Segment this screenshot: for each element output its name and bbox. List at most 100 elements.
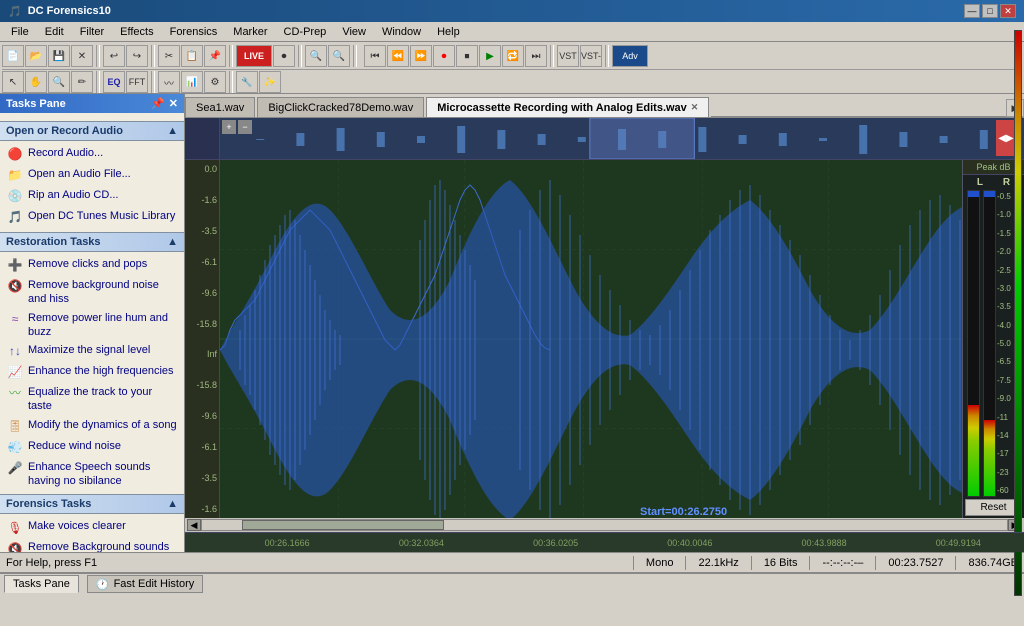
zoom-in-btn[interactable]: + (222, 120, 236, 134)
menu-filter[interactable]: Filter (73, 23, 111, 41)
remove-hum-item[interactable]: ≈ Remove power line hum and buzz (4, 309, 180, 342)
db-0: 0.0 (187, 164, 217, 174)
h-scrollbar[interactable]: ◀ ▶ (185, 518, 1024, 532)
fast-edit-tab[interactable]: 🕐 Fast Edit History (87, 575, 203, 593)
remove-clicks-item[interactable]: ➕ Remove clicks and pops (4, 255, 180, 276)
tb2-enhance[interactable]: ✨ (259, 71, 281, 93)
tb-play[interactable]: ▶ (479, 45, 501, 67)
rip-cd-item[interactable]: 💿 Rip an Audio CD... (4, 186, 180, 207)
tb-paste[interactable]: 📌 (204, 45, 226, 67)
tab-sea1[interactable]: Sea1.wav (185, 97, 255, 117)
tb2-settings[interactable]: ⚙ (204, 71, 226, 93)
remove-noise-item[interactable]: 🔇 Remove background noise and hiss (4, 276, 180, 309)
tb-rewind[interactable]: ⏮ (364, 45, 386, 67)
tb-ff[interactable]: ⏩ (410, 45, 432, 67)
tb-vst2[interactable]: VST- (580, 45, 602, 67)
enhance-high-item[interactable]: 📈 Enhance the high frequencies (4, 362, 180, 383)
reduce-wind-item[interactable]: 💨 Reduce wind noise (4, 437, 180, 458)
tb-prev[interactable]: ⏪ (387, 45, 409, 67)
tb-cut[interactable]: ✂ (158, 45, 180, 67)
db-inf: Inf (187, 349, 217, 359)
tasks-pane-tab[interactable]: Tasks Pane (4, 575, 79, 593)
tab-microcassette[interactable]: Microcassette Recording with Analog Edit… (426, 97, 709, 117)
equalize-text: Equalize the track to your taste (28, 385, 177, 414)
toolbar-row-1: 📄 📂 💾 ✕ ↩ ↪ ✂ 📋 📌 LIVE ⏺ 🔍 🔍 ⏮ ⏪ ⏩ ⏺ ⏹ ▶… (2, 44, 1022, 68)
rip-cd-text: Rip an Audio CD... (28, 188, 119, 202)
menu-help[interactable]: Help (430, 23, 467, 41)
meter-r (983, 190, 996, 497)
modify-dynamics-item[interactable]: 🎚 Modify the dynamics of a song (4, 416, 180, 437)
tb-new[interactable]: 📄 (2, 45, 24, 67)
scroll-left-btn[interactable]: ◀ (187, 519, 201, 531)
forensics-collapse[interactable]: ▲ (167, 498, 178, 510)
tb-loop[interactable]: 🔁 (502, 45, 524, 67)
status-sep-6 (955, 556, 956, 570)
tb2-hand[interactable]: ✋ (25, 71, 47, 93)
tb-vst1[interactable]: VST (557, 45, 579, 67)
maximize-signal-item[interactable]: ↑↓ Maximize the signal level (4, 341, 180, 362)
zoom-out-btn[interactable]: − (238, 120, 252, 134)
tb-copy[interactable]: 📋 (181, 45, 203, 67)
tb-record2[interactable]: ⏺ (433, 45, 455, 67)
tb-redo[interactable]: ↪ (126, 45, 148, 67)
menu-effects[interactable]: Effects (113, 23, 160, 41)
meter-r-fill (984, 420, 995, 496)
tb-zoom-in[interactable]: 🔍 (305, 45, 327, 67)
nav-arrows[interactable]: ◀▶ (996, 120, 1016, 156)
tab-bigclick[interactable]: BigClickCracked78Demo.wav (257, 97, 424, 117)
tb-stop[interactable]: ⏹ (456, 45, 478, 67)
minimize-button[interactable]: — (964, 4, 980, 18)
record-audio-text: Record Audio... (28, 146, 103, 160)
waveform-main[interactable]: 0.0 -1.6 -3.5 -6.1 -9.6 -15.8 Inf -15.8 … (185, 160, 962, 518)
maximize-button[interactable]: □ (982, 4, 998, 18)
close-button[interactable]: ✕ (1000, 4, 1016, 18)
tasks-pane-close[interactable]: ✕ (169, 97, 178, 110)
tb-save[interactable]: 💾 (48, 45, 70, 67)
tunes-library-item[interactable]: 🎵 Open DC Tunes Music Library (4, 207, 180, 228)
tasks-pane-pin[interactable]: 📌 (151, 97, 165, 110)
menu-marker[interactable]: Marker (226, 23, 274, 41)
tb2-pencil[interactable]: ✏ (71, 71, 93, 93)
tb2-eq[interactable]: EQ (103, 71, 125, 93)
tb-adv[interactable]: Adv (612, 45, 648, 67)
tb2-restore[interactable]: 🔧 (236, 71, 258, 93)
tb2-zoom[interactable]: 🔍 (48, 71, 70, 93)
remove-bg-item[interactable]: 🔇 Remove Background sounds (4, 538, 180, 552)
tb2-wave[interactable]: 〰 (158, 71, 180, 93)
tb-open[interactable]: 📂 (25, 45, 47, 67)
tb-zoom-out[interactable]: 🔍 (328, 45, 350, 67)
tab-micro-close[interactable]: ✕ (691, 102, 699, 113)
menu-view[interactable]: View (335, 23, 373, 41)
menu-forensics[interactable]: Forensics (163, 23, 225, 41)
time-4: 00:40.0046 (667, 538, 712, 548)
menu-file[interactable]: File (4, 23, 36, 41)
maximize-text: Maximize the signal level (28, 343, 150, 357)
tb-end[interactable]: ⏭ (525, 45, 547, 67)
section-collapse[interactable]: ▲ (167, 125, 178, 137)
tb-live[interactable]: LIVE (236, 45, 272, 67)
menu-window[interactable]: Window (375, 23, 428, 41)
open-file-item[interactable]: 📁 Open an Audio File... (4, 165, 180, 186)
restoration-collapse[interactable]: ▲ (167, 236, 178, 248)
tb2-select[interactable]: ↖ (2, 71, 24, 93)
sep4 (298, 45, 302, 67)
enhance-speech-item[interactable]: 🎤 Enhance Speech sounds having no sibila… (4, 458, 180, 491)
status-sep-4 (809, 556, 810, 570)
tb-undo[interactable]: ↩ (103, 45, 125, 67)
waveform-overview[interactable]: + − (185, 118, 1024, 160)
tb-close[interactable]: ✕ (71, 45, 93, 67)
make-voices-item[interactable]: 🎙 Make voices clearer (4, 517, 180, 538)
menu-cdprep[interactable]: CD-Prep (277, 23, 334, 41)
tb2-fft[interactable]: FFT (126, 71, 148, 93)
record-audio-item[interactable]: 🔴 Record Audio... (4, 144, 180, 165)
scrollbar-track[interactable] (201, 519, 1008, 531)
wind-text: Reduce wind noise (28, 439, 121, 453)
scrollbar-thumb[interactable] (242, 520, 443, 530)
tb-record[interactable]: ⏺ (273, 45, 295, 67)
equalize-item[interactable]: 〰 Equalize the track to your taste (4, 383, 180, 416)
status-filesize: 836.74GB (968, 557, 1018, 569)
tb2-spec[interactable]: 📊 (181, 71, 203, 93)
menu-edit[interactable]: Edit (38, 23, 71, 41)
db-scale: 0.0 -1.6 -3.5 -6.1 -9.6 -15.8 Inf -15.8 … (185, 160, 220, 518)
rip-cd-icon: 💿 (7, 189, 23, 205)
